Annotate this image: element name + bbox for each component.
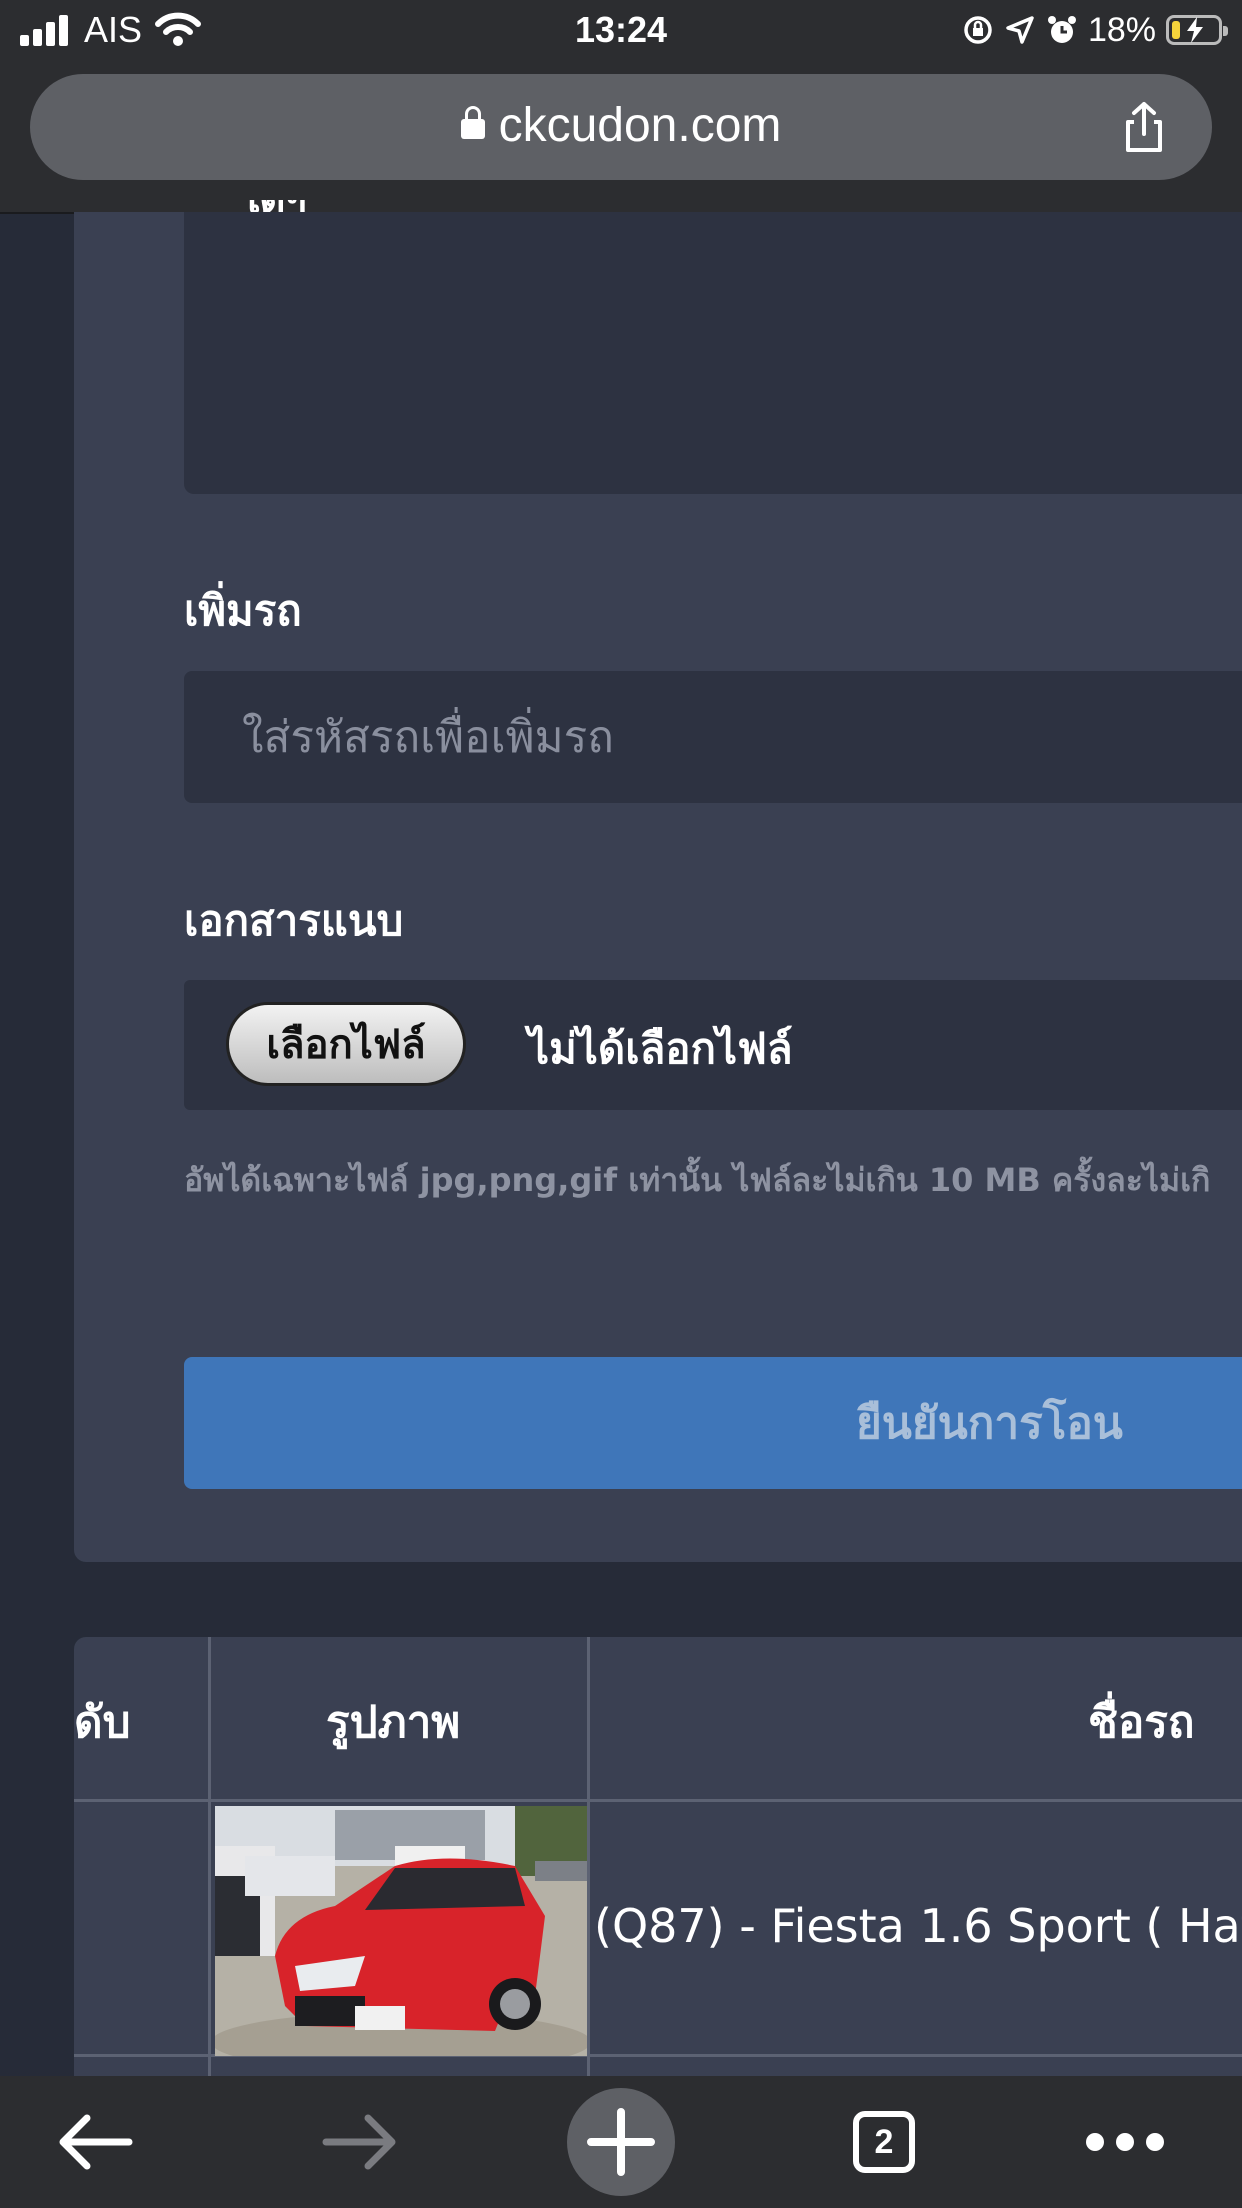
car-code-input[interactable] (184, 671, 1242, 803)
status-right: 18% (962, 10, 1228, 50)
attachments-label: เอกสารแนบ (184, 896, 404, 945)
new-tab-button[interactable] (566, 2076, 676, 2208)
plus-icon (567, 2088, 675, 2196)
tabs-button[interactable]: 2 (847, 2076, 921, 2208)
forward-arrow-icon (322, 2114, 396, 2170)
car-table: ดับ รูปภาพ ชื่อรถ (Q87) - Fiesta 1.6 Spo… (74, 1637, 1242, 2077)
alarm-icon (1047, 16, 1076, 43)
car-thumbnail[interactable] (215, 1806, 587, 2056)
lock-icon (460, 106, 485, 139)
file-upload-field: เลือกไฟล์ ไม่ได้เลือกไฟล์ (184, 980, 1242, 1110)
browser-toolbar: 2 (0, 2076, 1242, 2208)
car-name-link[interactable]: (Q87) - Fiesta 1.6 Sport ( Hatch (594, 1899, 1242, 1953)
back-arrow-icon (59, 2114, 133, 2170)
add-car-label: เพิ่มรถ (184, 586, 302, 635)
back-button[interactable] (50, 2076, 140, 2208)
status-bar: AIS 13:24 18% (0, 0, 1242, 62)
location-icon (1006, 16, 1034, 44)
battery-percent: 18% (1087, 10, 1156, 49)
column-header-car-name: ชื่อรถ (1088, 1697, 1195, 1748)
table-divider (587, 1637, 590, 2077)
tab-count: 2 (853, 2111, 915, 2173)
more-dots-icon (1086, 2133, 1164, 2151)
column-header-order: ดับ (74, 1697, 131, 1748)
confirm-transfer-button[interactable]: ยืนยันการโอน (184, 1357, 1242, 1489)
battery-fill (1172, 21, 1180, 39)
note-textarea[interactable] (184, 212, 1242, 494)
table-divider (74, 1799, 1242, 1802)
battery-icon (1166, 15, 1228, 45)
file-hint: อัพได้เฉพาะไฟล์ jpg,png,gif เท่านั้น ไฟล… (184, 1161, 1211, 1199)
column-header-image: รูปภาพ (326, 1697, 461, 1748)
choose-file-button[interactable]: เลือกไฟล์ (226, 1002, 466, 1086)
forward-button[interactable] (315, 2076, 405, 2208)
share-icon[interactable] (1116, 100, 1172, 156)
file-status-text: ไม่ได้เลือกไฟล์ (528, 1024, 793, 1073)
menu-button[interactable] (1080, 2076, 1170, 2208)
table-divider (208, 1637, 211, 2077)
url-text: ckcudon.com (498, 99, 782, 152)
orientation-lock-icon (964, 16, 992, 44)
charging-bolt-icon (1187, 17, 1203, 43)
browser-header: ckcudon.com (0, 62, 1242, 214)
address-bar[interactable]: ckcudon.com (30, 74, 1212, 180)
